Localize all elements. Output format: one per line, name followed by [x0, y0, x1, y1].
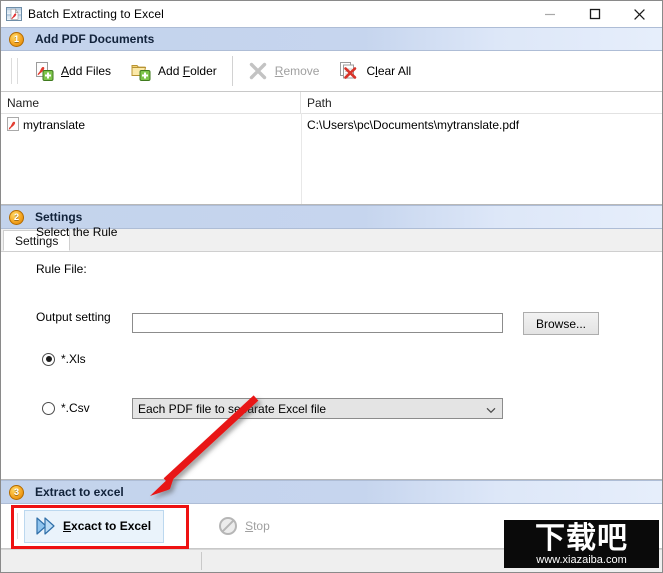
add-folder-button[interactable]: Add Folder [121, 56, 227, 86]
fast-forward-icon [35, 516, 55, 536]
browse-button[interactable]: Browse... [523, 312, 599, 335]
add-files-button[interactable]: Add Files [24, 56, 121, 86]
section-header-extract-to-excel: 3 Extract to excel [1, 480, 662, 504]
chevron-down-icon [485, 404, 496, 414]
column-header-name[interactable]: Name [1, 92, 301, 113]
watermark-url-text: www.xiazaiba.com [536, 554, 627, 566]
pdf-to-excel-icon [6, 6, 22, 22]
rule-file-input[interactable] [132, 313, 503, 333]
extract-to-excel-label: Excact to Excel [63, 519, 152, 533]
cell-path: C:\Users\pc\Documents\mytranslate.pdf [307, 118, 520, 132]
file-name-text: mytranslate [23, 118, 86, 132]
application-window: Batch Extracting to Excel 1 Add PDF Docu… [0, 0, 663, 573]
file-toolbar: Add Files Add Folder Remove Clear All [1, 51, 662, 92]
column-header-path[interactable]: Path [301, 92, 662, 113]
stop-circle-icon [218, 516, 238, 536]
clear-all-icon [339, 61, 359, 81]
settings-pane: Select the Rule Rule File: Output settin… [1, 225, 662, 479]
xls-mode-dropdown[interactable]: Each PDF file to separate Excel file [132, 398, 503, 419]
window-controls [527, 1, 662, 27]
stop-button[interactable]: Stop [208, 511, 280, 541]
section-header-add-pdf-documents: 1 Add PDF Documents [1, 27, 662, 51]
settings-panel: Settings Select the Rule Rule File: Outp… [1, 225, 662, 480]
file-list-column-divider [301, 113, 302, 204]
file-list[interactable]: Name Path mytranslate C:\Users\pc\Docume… [1, 92, 662, 205]
section-title-settings: Settings [35, 210, 83, 224]
section-title-extract-to-excel: Extract to excel [35, 485, 124, 499]
cell-name: mytranslate [1, 114, 301, 136]
output-setting-label: Output setting [36, 310, 111, 324]
add-folder-label: Add Folder [158, 64, 217, 78]
pdf-file-icon [7, 116, 20, 134]
xls-mode-selected-value: Each PDF file to separate Excel file [138, 401, 327, 416]
extract-to-excel-button[interactable]: Excact to Excel [24, 509, 165, 543]
clear-all-button[interactable]: Clear All [329, 56, 421, 86]
radio-csv[interactable]: *.Csv [42, 401, 90, 415]
step-badge-2: 2 [9, 209, 24, 225]
rule-file-label: Rule File: [36, 262, 87, 276]
radio-csv-label: *.Csv [61, 401, 90, 415]
maximize-button[interactable] [572, 1, 617, 27]
toolbar-separator [231, 56, 233, 86]
radio-csv-indicator [42, 401, 55, 415]
status-bar-divider [201, 552, 202, 570]
radio-xls[interactable]: *.Xls [42, 352, 86, 366]
step-badge-3: 3 [9, 484, 24, 500]
watermark-cjk-text: 下载吧 [535, 521, 628, 556]
table-row[interactable]: mytranslate C:\Users\pc\Documents\mytran… [1, 114, 662, 136]
clear-all-label: Clear All [366, 64, 412, 78]
close-button[interactable] [617, 1, 662, 27]
pdf-add-icon [34, 61, 54, 81]
watermark: 下载吧 www.xiazaiba.com [504, 520, 659, 568]
step-badge-1: 1 [9, 31, 24, 47]
section-title-add-pdf-documents: Add PDF Documents [35, 32, 155, 46]
stop-label: Stop [245, 519, 270, 533]
folder-add-icon [131, 61, 151, 81]
file-list-header: Name Path [1, 92, 662, 114]
toolbar-grip[interactable] [11, 58, 18, 84]
title-bar: Batch Extracting to Excel [1, 1, 662, 27]
radio-xls-indicator [42, 352, 55, 366]
remove-label: Remove [274, 64, 320, 78]
remove-button[interactable]: Remove [238, 56, 330, 86]
extract-toolbar-grip[interactable] [11, 513, 18, 539]
add-files-label: Add Files [61, 64, 112, 78]
minimize-button[interactable] [527, 1, 572, 27]
window-title: Batch Extracting to Excel [28, 7, 164, 21]
select-the-rule-label: Select the Rule [36, 225, 118, 239]
remove-x-icon [248, 61, 268, 81]
radio-xls-label: *.Xls [61, 352, 86, 366]
